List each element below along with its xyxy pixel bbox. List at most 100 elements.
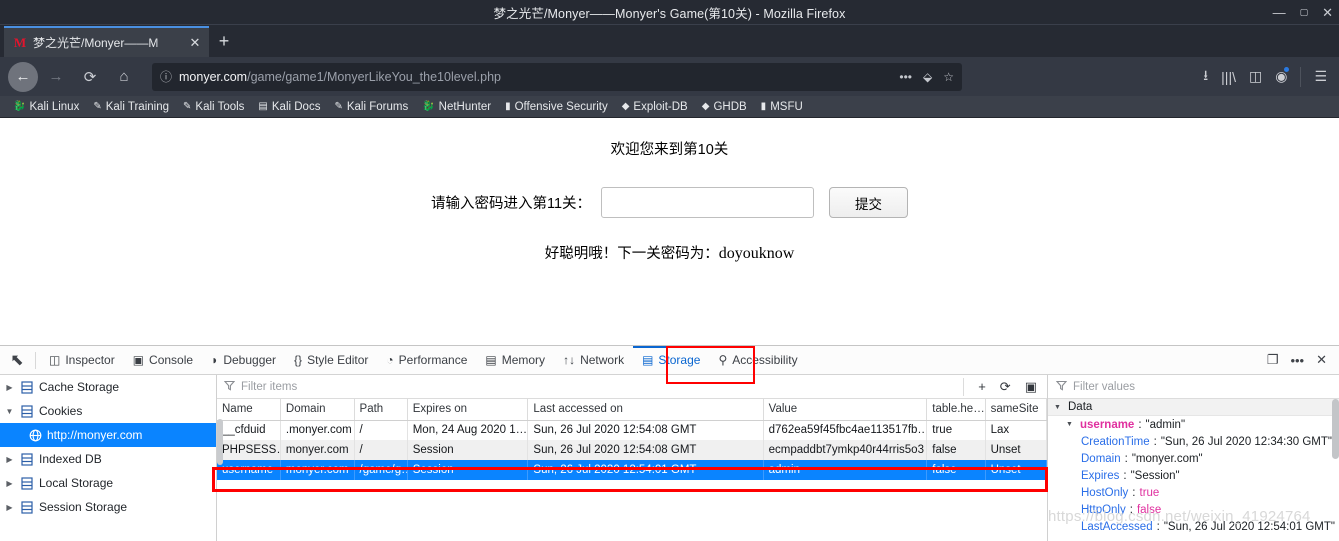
bookmark-kali-docs[interactable]: ▤ Kali Docs [251, 101, 327, 113]
filter-items-input[interactable]: Filter items [241, 381, 297, 393]
downloads-icon[interactable]: ⭳ [1203, 65, 1208, 89]
column-header-hostonly[interactable]: table.he… [926, 399, 986, 421]
devtools-tab-storage[interactable]: ▤ Storage [633, 346, 710, 374]
refresh-icon[interactable]: ⟳ [1000, 379, 1011, 395]
storage-item-label: Cache Storage [39, 380, 120, 394]
cell-path: / [354, 440, 408, 460]
storage-item-cache-storage[interactable]: ▶ Cache Storage [0, 375, 216, 399]
devtools-tab-performance[interactable]: ◔ Performance [377, 346, 476, 374]
bookmark-star-icon[interactable]: ☆ [943, 70, 954, 84]
flame-icon: ◆ [621, 100, 630, 112]
chevron-right-icon[interactable]: ▶ [4, 479, 15, 488]
bookmark-ghdb[interactable]: ◆ GHDB [695, 101, 754, 113]
column-header-value[interactable]: Value [763, 399, 928, 421]
chevron-down-icon[interactable]: ▼ [4, 407, 15, 416]
devtools-close-icon[interactable]: ✕ [1316, 352, 1327, 368]
bookmark-kali-tools[interactable]: ✎ Kali Tools [176, 101, 251, 113]
devtools-tab-accessibility[interactable]: ⚲ Accessibility [709, 346, 806, 374]
close-tab-icon[interactable]: ✕ [187, 35, 203, 51]
new-tab-button[interactable]: + [209, 26, 239, 57]
back-button[interactable]: ← [8, 61, 38, 92]
account-icon[interactable]: ◉ [1275, 67, 1290, 85]
app-menu-icon[interactable]: ☰ [1314, 68, 1327, 85]
table-scrollbar[interactable] [217, 419, 223, 465]
bookmark-nethunter[interactable]: 🐉 NetHunter [415, 101, 498, 113]
values-item-username[interactable]: ▼ username: "admin" [1048, 416, 1339, 433]
toggle-sidebar-icon[interactable]: ▣ [1025, 379, 1037, 395]
devtools-tab-memory[interactable]: ▤ Memory [476, 346, 554, 374]
devtools-tab-network[interactable]: ↑↓ Network [554, 346, 633, 374]
column-header-name[interactable]: Name [217, 399, 281, 421]
values-prop-lastaccessed: LastAccessed: "Sun, 26 Jul 2020 12:54:01… [1048, 518, 1339, 535]
chevron-right-icon[interactable]: ▶ [4, 503, 15, 512]
library-icon[interactable]: |||\ [1221, 69, 1236, 85]
address-bar[interactable]: ⓘ monyer.com/game/game1/MonyerLikeYou_th… [152, 62, 962, 91]
close-window-button[interactable]: ✕ [1322, 6, 1333, 19]
chevron-right-icon[interactable]: ▶ [4, 455, 15, 464]
column-header-expires-on[interactable]: Expires on [407, 399, 529, 421]
cookies-table-panel: Filter items + ⟳ ▣ Name Domain Path Expi… [212, 375, 1048, 541]
hint-prefix: 好聪明哦！下一关密码为： [544, 246, 719, 262]
devtools-tab-console[interactable]: ▣ Console [124, 346, 202, 374]
browser-tab[interactable]: M 梦之光芒/Monyer——M ✕ [4, 26, 209, 57]
reload-button[interactable]: ⟳ [74, 62, 106, 92]
cell-name: __cfduid [217, 420, 281, 440]
chevron-down-icon[interactable]: ▼ [1054, 404, 1064, 411]
bookmark-label: Kali Forums [346, 100, 409, 113]
submit-button[interactable]: 提交 [829, 187, 909, 218]
storage-item-session-storage[interactable]: ▶ Session Storage [0, 495, 216, 519]
bookmark-kali-forums[interactable]: ✎ Kali Forums [327, 101, 415, 113]
bookmark-exploit-db[interactable]: ◆ Exploit-DB [615, 101, 695, 113]
devtools-tab-inspector[interactable]: ◫ Inspector [40, 346, 124, 374]
table-row[interactable]: PHPSESS… monyer.com / Session Sun, 26 Ju… [217, 440, 1048, 460]
column-header-path[interactable]: Path [354, 399, 408, 421]
storage-item-cookies[interactable]: ▼ Cookies [0, 399, 216, 423]
page-actions-icon[interactable]: ••• [899, 70, 912, 84]
bookmark-label: Offensive Security [514, 100, 608, 113]
maximize-button[interactable]: ▢ [1300, 7, 1309, 17]
devtools-tab-debugger[interactable]: ◗ Debugger [202, 346, 285, 374]
column-header-last-accessed-on[interactable]: Last accessed on [527, 399, 764, 421]
chevron-right-icon[interactable]: ▶ [4, 383, 15, 392]
prop-separator: : [1153, 435, 1157, 448]
add-item-icon[interactable]: + [978, 379, 986, 394]
pocket-icon[interactable]: ⬙ [923, 70, 932, 84]
responsive-mode-icon[interactable]: ❐ [1267, 352, 1279, 368]
chevron-down-icon[interactable]: ▼ [1066, 421, 1076, 428]
devtools-more-icon[interactable]: ••• [1290, 353, 1304, 368]
items-filter-bar: Filter items + ⟳ ▣ [217, 375, 1047, 399]
prop-separator: : [1129, 503, 1133, 516]
values-scrollbar[interactable] [1332, 399, 1339, 459]
bookmark-offensive-security[interactable]: ▮ Offensive Security [498, 101, 615, 113]
table-row[interactable]: __cfduid .monyer.com / Mon, 24 Aug 2020 … [217, 420, 1048, 440]
storage-item-indexed-db[interactable]: ▶ Indexed DB [0, 447, 216, 471]
table-row-selected[interactable]: username monyer.com /game/g… Session Sun… [217, 460, 1048, 480]
column-header-domain[interactable]: Domain [280, 399, 355, 421]
filter-values-input[interactable]: Filter values [1073, 381, 1135, 393]
password-input[interactable] [601, 187, 815, 218]
devtools-toolbar: ⬉ ◫ Inspector ▣ Console ◗ Debugger {} St… [0, 346, 1339, 384]
bookmark-msfu[interactable]: ▮ MSFU [754, 101, 810, 113]
window-controls: — ▢ ✕ [1273, 0, 1333, 24]
forward-button[interactable]: → [40, 62, 72, 92]
storage-item-label: Session Storage [39, 500, 128, 514]
cell-samesite: Unset [985, 460, 1048, 480]
filter-funnel-icon [1055, 380, 1068, 394]
bookmark-kali-linux[interactable]: 🐉 Kali Linux [6, 101, 86, 113]
prop-value: "Sun, 26 Jul 2020 12:34:30 GMT" [1160, 435, 1332, 448]
element-picker-icon[interactable]: ⬉ [3, 347, 31, 374]
gauge-icon: ◔ [386, 353, 394, 367]
url-text: monyer.com/game/game1/MonyerLikeYou_the1… [179, 70, 501, 84]
column-header-samesite[interactable]: sameSite [985, 399, 1048, 421]
storage-item-monyer-host[interactable]: http://monyer.com [0, 423, 216, 447]
devtools-tab-style-editor[interactable]: {} Style Editor [285, 346, 377, 374]
sidebar-toggle-icon[interactable]: ◫ [1249, 68, 1262, 85]
bookmark-kali-training[interactable]: ✎ Kali Training [86, 101, 176, 113]
home-button[interactable]: ⌂ [108, 62, 140, 92]
storage-item-local-storage[interactable]: ▶ Local Storage [0, 471, 216, 495]
bookmark-label: NetHunter [438, 100, 492, 113]
values-root-row[interactable]: ▼ Data [1048, 399, 1339, 416]
identity-info-icon[interactable]: ⓘ [160, 68, 172, 85]
database-icon [20, 404, 34, 418]
minimize-button[interactable]: — [1273, 6, 1286, 19]
